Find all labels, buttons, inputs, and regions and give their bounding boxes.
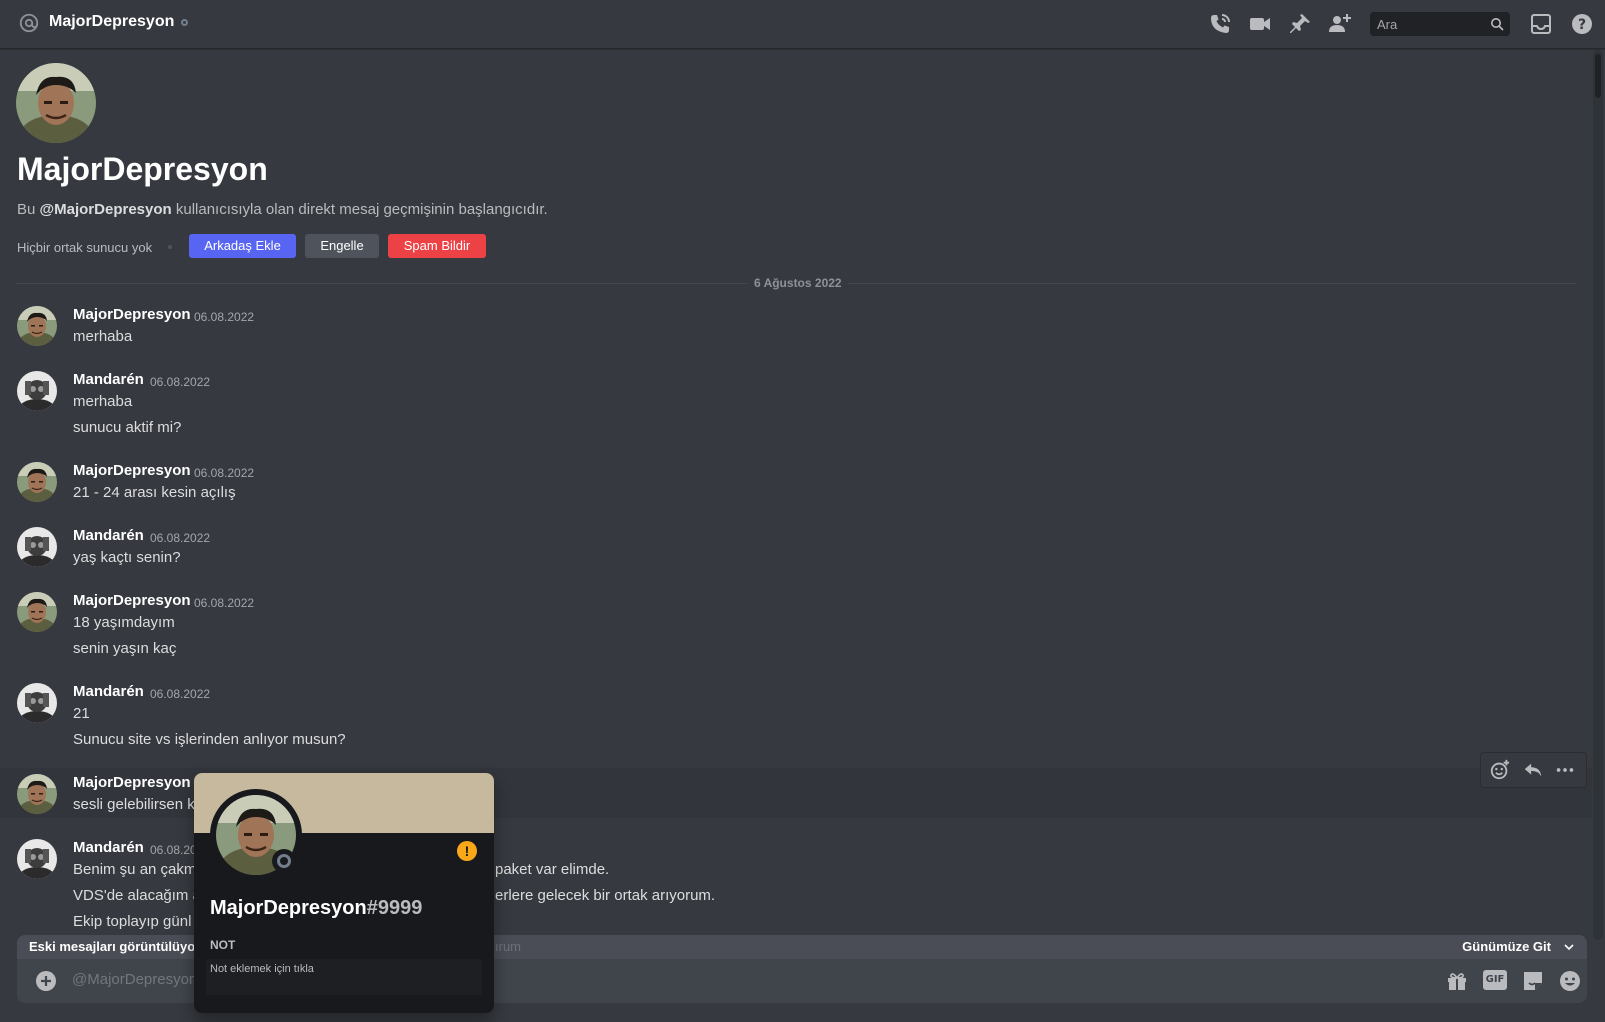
block-button[interactable]: Engelle — [305, 234, 379, 258]
message-text: Sunucu site vs işlerinden anlıyor musun? — [73, 731, 346, 748]
channel-title: MajorDepresyon — [49, 13, 175, 30]
message-input-placeholder[interactable]: @MajorDepresyon — [72, 971, 197, 988]
status-offline-icon — [272, 849, 296, 873]
avatar[interactable] — [17, 592, 57, 632]
top-bar: MajorDepresyon Ara ? — [0, 0, 1605, 49]
message-text: Ekip toplayıp günl — [73, 913, 192, 930]
message-actions-toolbar — [1480, 752, 1587, 788]
upload-plus-icon[interactable] — [35, 970, 57, 992]
message-text: 18 yaşımdayım — [73, 614, 175, 631]
svg-text:?: ? — [1578, 17, 1586, 33]
add-member-icon[interactable] — [1328, 12, 1352, 36]
report-spam-button[interactable]: Spam Bildir — [388, 234, 486, 258]
message-timestamp: 06.08.2022 — [150, 687, 211, 701]
message-text: 21 - 24 arası kesin açılış — [73, 484, 236, 501]
message-author[interactable]: Mandarén — [73, 527, 144, 544]
message-text: sunucu aktif mi? — [73, 419, 182, 436]
warning-icon[interactable]: ! — [457, 841, 477, 861]
scrollbar-thumb[interactable] — [1595, 54, 1601, 98]
message-author[interactable]: MajorDepresyon — [73, 592, 191, 609]
message-text-tail: erlere gelecek bir ortak arıyorum. — [495, 887, 716, 904]
message-author[interactable]: Mandarén — [73, 839, 144, 856]
status-offline-icon — [181, 19, 188, 26]
inbox-icon[interactable] — [1529, 12, 1553, 36]
avatar[interactable] — [17, 839, 57, 879]
search-placeholder: Ara — [1377, 17, 1398, 32]
at-icon — [19, 13, 39, 33]
message-timestamp: 06.08.2022 — [150, 375, 211, 389]
dm-intro-text: Bu @MajorDepresyon kullanıcısıyla olan d… — [17, 201, 548, 218]
reply-icon[interactable] — [1522, 759, 1544, 781]
message-text: VDS'de alacağım a — [73, 887, 201, 904]
more-options-icon[interactable] — [1554, 759, 1576, 781]
help-icon[interactable]: ? — [1570, 12, 1594, 36]
avatar[interactable] — [17, 527, 57, 567]
message-text: sesli gelebilirsen k — [73, 796, 195, 813]
separator-dot — [168, 245, 172, 249]
gif-icon[interactable]: GIF — [1483, 970, 1507, 990]
message-timestamp: 06.08.2022 — [194, 596, 255, 610]
emoji-icon[interactable] — [1558, 969, 1582, 993]
avatar[interactable] — [17, 371, 57, 411]
search-input[interactable]: Ara — [1370, 12, 1510, 36]
message-text: Benim şu an çakm — [73, 861, 197, 878]
faded-text: ırum — [495, 939, 521, 954]
message-text: 21 — [73, 705, 90, 722]
user-avatar-large — [16, 63, 96, 143]
profile-username: MajorDepresyon#9999 — [210, 897, 423, 919]
date-divider: 6 Ağustos 2022 — [748, 276, 848, 290]
dm-username-heading: MajorDepresyon — [17, 151, 268, 187]
chevron-down-icon — [1564, 944, 1574, 951]
older-messages-label: Eski mesajları görüntülüyors — [29, 939, 208, 954]
search-icon — [1491, 18, 1504, 31]
avatar[interactable] — [17, 462, 57, 502]
add-friend-button[interactable]: Arkadaş Ekle — [189, 234, 296, 258]
message-author[interactable]: MajorDepresyon — [73, 774, 191, 791]
message-timestamp: 06.08.20 — [150, 843, 197, 857]
message-author[interactable]: Mandarén — [73, 371, 144, 388]
avatar[interactable] — [17, 774, 57, 814]
message-text-tail: paket var elimde. — [495, 861, 610, 878]
note-placeholder: Not eklemek için tıkla — [210, 963, 314, 975]
message-text: yaş kaçtı senin? — [73, 549, 181, 566]
message-text: merhaba — [73, 328, 133, 345]
avatar[interactable] — [17, 306, 57, 346]
call-icon[interactable] — [1208, 12, 1232, 36]
add-reaction-icon[interactable] — [1489, 759, 1511, 781]
gift-icon[interactable] — [1445, 969, 1469, 993]
message-timestamp: 06.08.2022 — [194, 466, 255, 480]
message-author[interactable]: MajorDepresyon — [73, 462, 191, 479]
avatar[interactable] — [17, 683, 57, 723]
message-timestamp: 06.08.2022 — [150, 531, 211, 545]
message-text: merhaba — [73, 393, 133, 410]
note-heading: NOT — [210, 938, 236, 952]
message-author[interactable]: Mandarén — [73, 683, 144, 700]
scrollbar-track[interactable] — [1593, 50, 1603, 940]
mutual-servers-text: Hiçbir ortak sunucu yok — [17, 240, 153, 255]
message-text: senin yaşın kaç — [73, 640, 177, 657]
message-timestamp: 06.08.2022 — [194, 310, 255, 324]
note-input[interactable]: Not eklemek için tıkla — [206, 959, 482, 995]
message-author[interactable]: MajorDepresyon — [73, 306, 191, 323]
pin-icon[interactable] — [1288, 12, 1312, 36]
user-profile-popout: ! MajorDepresyon#9999 NOT Not eklemek iç… — [194, 773, 494, 1013]
jump-to-present-button[interactable]: Günümüze Git — [1462, 939, 1551, 954]
video-icon[interactable] — [1248, 12, 1272, 36]
sticker-icon[interactable] — [1521, 969, 1545, 993]
